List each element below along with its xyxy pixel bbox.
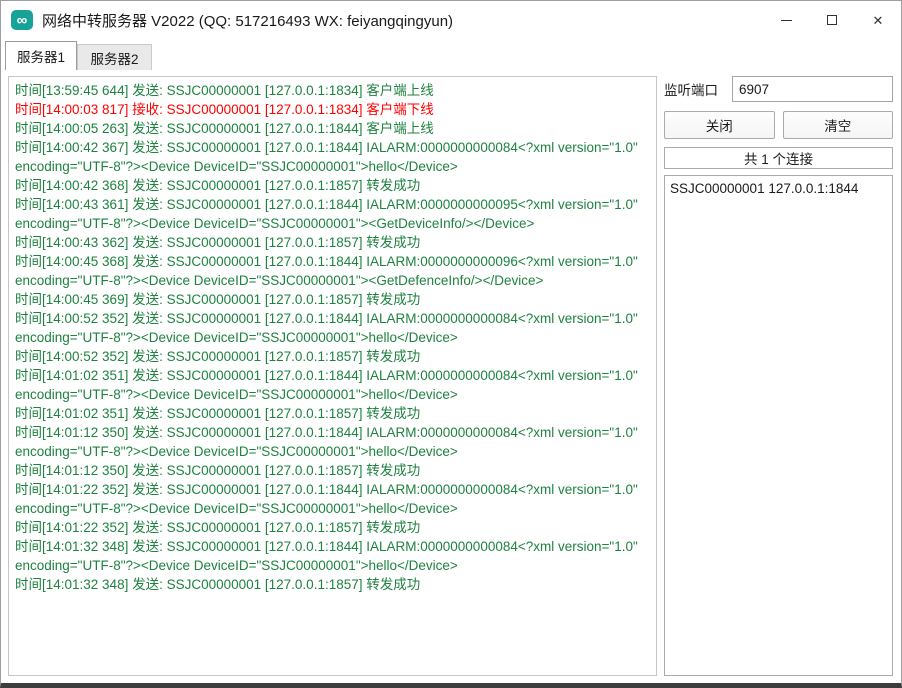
window-controls: ✕ xyxy=(763,1,901,39)
log-entry: 时间[14:00:52 352] 发送: SSJC00000001 [127.0… xyxy=(15,347,648,366)
minimize-icon xyxy=(781,20,792,21)
close-server-button[interactable]: 关闭 xyxy=(664,111,775,139)
log-entry: 时间[14:00:45 369] 发送: SSJC00000001 [127.0… xyxy=(15,290,648,309)
close-button[interactable]: ✕ xyxy=(855,1,901,39)
log-entry: 时间[14:01:32 348] 发送: SSJC00000001 [127.0… xyxy=(15,537,648,575)
log-area[interactable]: 时间[13:59:45 644] 发送: SSJC00000001 [127.0… xyxy=(8,76,657,676)
app-icon: ∞ xyxy=(11,10,33,30)
log-entry: 时间[14:01:32 348] 发送: SSJC00000001 [127.0… xyxy=(15,575,648,594)
button-row: 关闭 清空 xyxy=(664,111,893,139)
minimize-button[interactable] xyxy=(763,1,809,39)
log-entry: 时间[14:01:02 351] 发送: SSJC00000001 [127.0… xyxy=(15,404,648,423)
log-entry: 时间[14:01:12 350] 发送: SSJC00000001 [127.0… xyxy=(15,423,648,461)
title-bar: ∞ 网络中转服务器 V2022 (QQ: 517216493 WX: feiya… xyxy=(1,1,901,39)
close-icon: ✕ xyxy=(873,14,884,27)
tab-page-server1: 时间[13:59:45 644] 发送: SSJC00000001 [127.0… xyxy=(1,70,901,683)
connection-count-label: 共 1 个连接 xyxy=(664,147,893,169)
log-entry: 时间[14:01:22 352] 发送: SSJC00000001 [127.0… xyxy=(15,518,648,537)
log-entry: 时间[14:01:02 351] 发送: SSJC00000001 [127.0… xyxy=(15,366,648,404)
window-title: 网络中转服务器 V2022 (QQ: 517216493 WX: feiyang… xyxy=(42,10,453,31)
log-entry: 时间[14:01:22 352] 发送: SSJC00000001 [127.0… xyxy=(15,480,648,518)
log-entry: 时间[14:00:42 367] 发送: SSJC00000001 [127.0… xyxy=(15,138,648,176)
tab-bar: 服务器1 服务器2 xyxy=(1,39,901,70)
port-row: 监听端口 xyxy=(664,76,893,102)
clear-log-button[interactable]: 清空 xyxy=(783,111,894,139)
log-entry: 时间[14:00:03 817] 接收: SSJC00000001 [127.0… xyxy=(15,100,648,119)
tab-server2[interactable]: 服务器2 xyxy=(77,44,152,70)
maximize-button[interactable] xyxy=(809,1,855,39)
tab-server1[interactable]: 服务器1 xyxy=(5,41,77,70)
log-entry: 时间[14:00:05 263] 发送: SSJC00000001 [127.0… xyxy=(15,119,648,138)
listen-port-label: 监听端口 xyxy=(664,79,718,99)
connection-list-item[interactable]: SSJC00000001 127.0.0.1:1844 xyxy=(670,179,887,198)
log-entry: 时间[14:00:43 361] 发送: SSJC00000001 [127.0… xyxy=(15,195,648,233)
control-panel: 监听端口 关闭 清空 共 1 个连接 SSJC00000001 127.0.0.… xyxy=(664,76,893,676)
log-entry: 时间[14:00:52 352] 发送: SSJC00000001 [127.0… xyxy=(15,309,648,347)
log-entry: 时间[14:00:43 362] 发送: SSJC00000001 [127.0… xyxy=(15,233,648,252)
app-window: ∞ 网络中转服务器 V2022 (QQ: 517216493 WX: feiya… xyxy=(0,0,902,688)
log-entry: 时间[13:59:45 644] 发送: SSJC00000001 [127.0… xyxy=(15,81,648,100)
log-entry: 时间[14:00:45 368] 发送: SSJC00000001 [127.0… xyxy=(15,252,648,290)
listen-port-input[interactable] xyxy=(732,76,893,102)
maximize-icon xyxy=(827,15,837,25)
log-entry: 时间[14:01:12 350] 发送: SSJC00000001 [127.0… xyxy=(15,461,648,480)
log-entry: 时间[14:00:42 368] 发送: SSJC00000001 [127.0… xyxy=(15,176,648,195)
connection-list[interactable]: SSJC00000001 127.0.0.1:1844 xyxy=(664,175,893,676)
